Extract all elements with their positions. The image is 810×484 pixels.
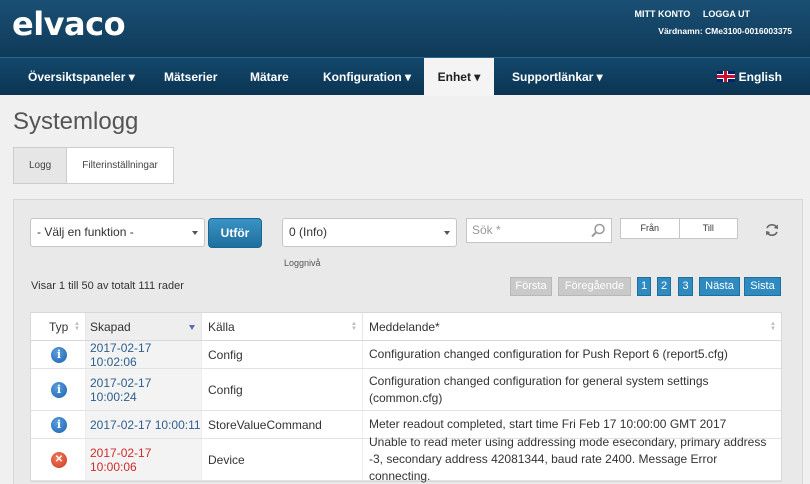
- hostname-label: Värdnamn: CMe3100-0016003375: [658, 26, 792, 36]
- table-header: Typ ▲ ▼ Skapad Källa ▲ ▼ Meddelande* ▲ ▼: [31, 313, 781, 341]
- language-label: English: [738, 70, 782, 84]
- search-input[interactable]: Sök *: [466, 218, 612, 243]
- message-cell: Configuration changed configuration for …: [369, 373, 709, 405]
- info-circle-icon: i: [51, 416, 67, 433]
- search-placeholder: Sök *: [472, 223, 501, 237]
- nav-meter-series[interactable]: Mätserier: [164, 58, 217, 96]
- log-table: Typ ▲ ▼ Skapad Källa ▲ ▼ Meddelande* ▲ ▼ i …: [30, 312, 782, 483]
- message-cell: Unable to read meter using addressing mo…: [369, 435, 767, 483]
- table-row[interactable]: i 2017-02-17 10:02:06 Config Configurati…: [31, 341, 781, 369]
- column-header-message[interactable]: Meddelande* ▲ ▼: [363, 313, 781, 340]
- page-2-button[interactable]: 2: [657, 277, 671, 296]
- type-cell: i: [31, 341, 86, 368]
- tab-log[interactable]: Logg: [14, 148, 68, 183]
- column-header-label: Källa: [208, 320, 235, 334]
- tab-filter-settings[interactable]: Filterinställningar: [67, 148, 173, 183]
- created-cell: 2017-02-17 10:02:06: [86, 341, 202, 369]
- log-level-select[interactable]: 0 (Info): [282, 218, 457, 247]
- source-cell: Config: [202, 341, 363, 368]
- to-button[interactable]: Till: [680, 219, 738, 238]
- column-header-type[interactable]: Typ ▲ ▼: [31, 313, 86, 340]
- source-cell: Config: [202, 369, 363, 410]
- nav-device[interactable]: Enhet ▾: [424, 58, 494, 96]
- sort-icon: ▲ ▼: [74, 321, 80, 332]
- chevron-down-icon: [444, 231, 450, 235]
- run-button[interactable]: Utför: [208, 218, 262, 248]
- sort-icon: ▲ ▼: [351, 321, 357, 332]
- function-select[interactable]: - Välj en funktion -: [30, 218, 205, 247]
- source-cell: Device: [202, 439, 363, 480]
- nav-meters[interactable]: Mätare: [250, 58, 289, 96]
- info-circle-icon: i: [51, 381, 67, 398]
- date-range: Från Till: [620, 218, 738, 239]
- column-header-created[interactable]: Skapad: [86, 313, 202, 340]
- elvaco-logo[interactable]: elvaco: [12, 5, 126, 43]
- column-header-label: Meddelande*: [369, 320, 440, 334]
- column-header-label: Skapad: [90, 320, 131, 334]
- log-level-label: Loggnivå: [284, 258, 321, 268]
- info-circle-icon: i: [51, 346, 67, 363]
- sort-desc-icon: [189, 325, 195, 330]
- type-cell: i: [31, 411, 86, 438]
- page-1-button[interactable]: 1: [637, 277, 651, 296]
- nav-configuration[interactable]: Konfiguration ▾: [323, 58, 411, 96]
- function-select-value: - Välj en funktion -: [37, 225, 134, 239]
- log-level-value: 0 (Info): [289, 225, 328, 239]
- nav-overview-panels[interactable]: Översiktspaneler ▾: [28, 58, 135, 96]
- row-summary: Visar 1 till 50 av totalt 111 rader: [31, 280, 184, 292]
- sort-icon: ▲ ▼: [770, 321, 776, 332]
- error-x-icon: ✕: [51, 451, 67, 468]
- type-cell: ✕: [31, 439, 86, 480]
- page-3-button[interactable]: 3: [678, 277, 693, 296]
- from-button[interactable]: Från: [621, 219, 680, 238]
- refresh-icon[interactable]: [764, 222, 780, 238]
- main-navbar: Översiktspaneler ▾ Mätserier Mätare Konf…: [0, 57, 810, 96]
- chevron-down-icon: [192, 231, 198, 235]
- previous-page-button[interactable]: Föregående: [558, 277, 631, 296]
- page-title: Systemlogg: [13, 108, 139, 135]
- uk-flag-icon: [716, 71, 735, 82]
- nav-support-links[interactable]: Supportlänkar ▾: [512, 58, 603, 96]
- search-icon[interactable]: [589, 222, 607, 240]
- type-cell: i: [31, 369, 86, 410]
- column-header-label: Typ: [49, 320, 69, 334]
- first-page-button[interactable]: Första: [510, 277, 552, 296]
- message-cell: Configuration changed configuration for …: [369, 347, 728, 361]
- top-header: elvaco MITT KONTO LOGGA UT Värdnamn: CMe…: [0, 0, 810, 57]
- logout-link[interactable]: LOGGA UT: [703, 9, 750, 19]
- table-row[interactable]: i 2017-02-17 10:00:24 Config Configurati…: [31, 369, 781, 411]
- last-page-button[interactable]: Sista: [744, 277, 781, 296]
- created-cell: 2017-02-17 10:00:06: [86, 439, 202, 480]
- created-cell: 2017-02-17 10:00:11: [86, 411, 202, 438]
- source-cell: StoreValueCommand: [202, 411, 363, 438]
- next-page-button[interactable]: Nästa: [699, 277, 740, 296]
- language-selector[interactable]: English: [716, 58, 782, 96]
- created-cell: 2017-02-17 10:00:24: [86, 369, 202, 410]
- top-links: MITT KONTO LOGGA UT: [624, 9, 750, 19]
- my-account-link[interactable]: MITT KONTO: [634, 9, 690, 19]
- tab-bar: Logg Filterinställningar: [13, 147, 174, 184]
- column-header-source[interactable]: Källa ▲ ▼: [202, 313, 363, 340]
- table-row[interactable]: ✕ 2017-02-17 10:00:06 Device Unable to r…: [31, 435, 781, 483]
